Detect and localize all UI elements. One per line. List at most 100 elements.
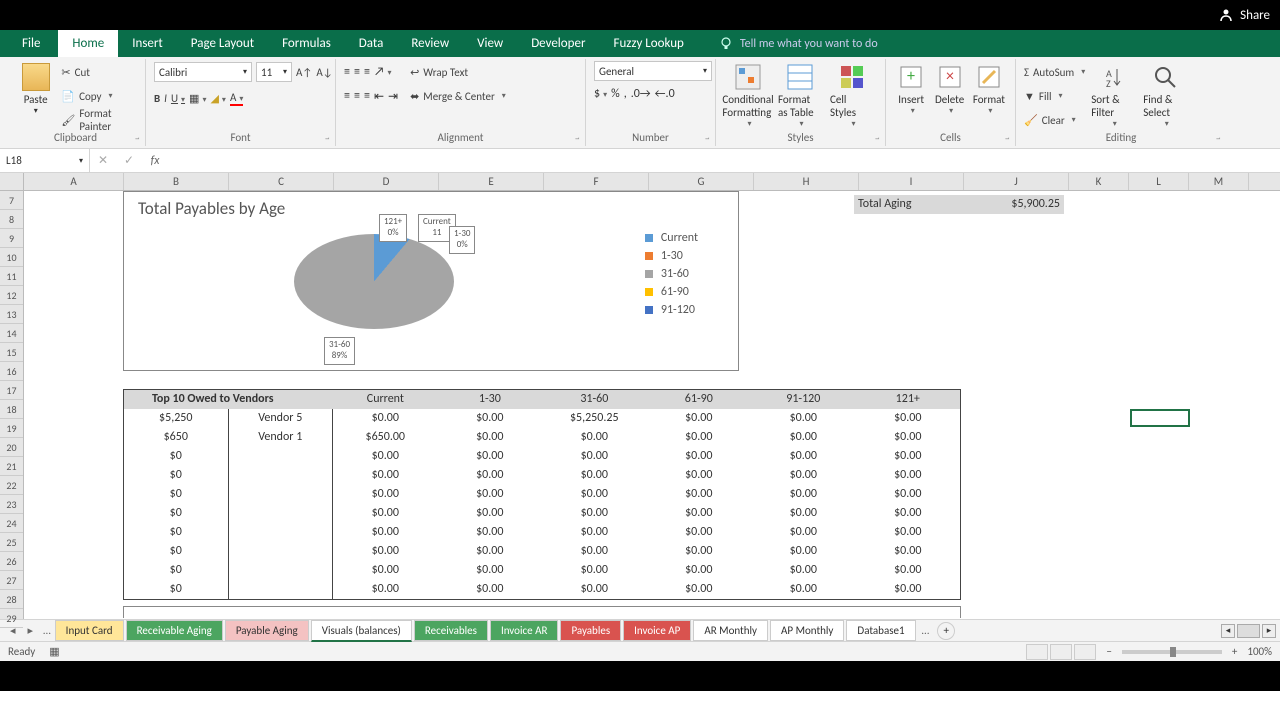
sheet-tab-receivable-aging[interactable]: Receivable Aging [126, 620, 223, 641]
sheet-tab-ap-monthly[interactable]: AP Monthly [770, 620, 844, 641]
row-header-11[interactable]: 11 [0, 267, 23, 286]
row-header-25[interactable]: 25 [0, 533, 23, 552]
sheet-tab-invoice-ar[interactable]: Invoice AR [490, 620, 559, 641]
col-header-H[interactable]: H [754, 173, 859, 190]
row-header-18[interactable]: 18 [0, 400, 23, 419]
cell-styles-button[interactable]: Cell Styles [828, 61, 876, 131]
zoom-out-button[interactable]: − [1106, 645, 1111, 658]
paste-button[interactable]: Paste▾ [14, 61, 57, 118]
sheet-tab-payables[interactable]: Payables [560, 620, 621, 641]
sort-filter-button[interactable]: AZSort & Filter [1089, 61, 1137, 131]
borders-button[interactable]: ▦ [189, 92, 206, 105]
tab-nav-ellipsis[interactable]: … [39, 624, 55, 637]
tab-home[interactable]: Home [58, 30, 118, 57]
row-header-22[interactable]: 22 [0, 476, 23, 495]
row-header-17[interactable]: 17 [0, 381, 23, 400]
number-format-select[interactable]: General▾ [594, 61, 712, 81]
sheet-tab-payable-aging[interactable]: Payable Aging [225, 620, 309, 641]
row-header-23[interactable]: 23 [0, 495, 23, 514]
format-as-table-button[interactable]: Format as Table [776, 61, 824, 131]
row-header-8[interactable]: 8 [0, 210, 23, 229]
tab-insert[interactable]: Insert [118, 30, 177, 57]
find-select-button[interactable]: Find & Select [1141, 61, 1189, 131]
zoom-level[interactable]: 100% [1247, 645, 1272, 658]
sheet-tab-receivables[interactable]: Receivables [414, 620, 488, 641]
font-size-select[interactable]: 11▾ [256, 62, 292, 82]
col-header-E[interactable]: E [439, 173, 544, 190]
tab-data[interactable]: Data [345, 30, 398, 57]
align-left-button[interactable]: ≡ [344, 89, 350, 103]
clear-button[interactable]: 🧹 Clear [1024, 109, 1085, 131]
align-right-button[interactable]: ≡ [364, 89, 370, 103]
italic-button[interactable]: I [164, 92, 167, 105]
align-middle-button[interactable]: ≡ [354, 65, 360, 79]
cut-button[interactable]: ✂ Cut [61, 61, 137, 83]
view-normal-button[interactable] [1026, 644, 1048, 660]
comma-format-button[interactable]: , [624, 87, 627, 101]
sheet-tab-invoice-ap[interactable]: Invoice AP [623, 620, 691, 641]
fx-button[interactable]: fx [142, 154, 168, 168]
row-header-14[interactable]: 14 [0, 324, 23, 343]
row-header-10[interactable]: 10 [0, 248, 23, 267]
col-header-C[interactable]: C [229, 173, 334, 190]
macro-record-icon[interactable]: ▦ [49, 645, 59, 658]
bold-button[interactable]: B [154, 92, 160, 105]
view-page-break-button[interactable] [1074, 644, 1096, 660]
row-header-21[interactable]: 21 [0, 457, 23, 476]
decrease-decimal-button[interactable]: ←.0 [655, 87, 675, 101]
increase-indent-button[interactable]: ⇥ [388, 89, 398, 104]
row-header-15[interactable]: 15 [0, 343, 23, 362]
fill-color-button[interactable]: ◢ [210, 92, 225, 105]
accounting-format-button[interactable]: $ [594, 87, 607, 101]
tab-formulas[interactable]: Formulas [268, 30, 345, 57]
row-header-19[interactable]: 19 [0, 419, 23, 438]
insert-cells-button[interactable]: +Insert [894, 61, 928, 118]
col-header-F[interactable]: F [544, 173, 649, 190]
conditional-formatting-button[interactable]: Conditional Formatting [724, 61, 772, 131]
sheet-tab-visuals-balances[interactable]: Visuals (balances) [311, 620, 412, 642]
pie-chart[interactable]: Total Payables by Age 121+0% Current11 1… [123, 191, 739, 371]
tab-fuzzy-lookup[interactable]: Fuzzy Lookup [599, 30, 697, 57]
fill-button[interactable]: ▼ Fill [1024, 85, 1085, 107]
row-header-26[interactable]: 26 [0, 552, 23, 571]
decrease-indent-button[interactable]: ⇤ [374, 89, 384, 104]
percent-format-button[interactable]: % [611, 87, 620, 101]
align-center-button[interactable]: ≡ [354, 89, 360, 103]
tab-nav-next[interactable]: ▸ [22, 624, 40, 637]
col-header-I[interactable]: I [859, 173, 964, 190]
underline-button[interactable]: U [171, 92, 185, 105]
font-color-button[interactable]: A [230, 91, 243, 106]
new-sheet-button[interactable]: + [937, 622, 955, 640]
row-header-27[interactable]: 27 [0, 571, 23, 590]
col-header-M[interactable]: M [1189, 173, 1249, 190]
tab-page-layout[interactable]: Page Layout [177, 30, 268, 57]
share-button[interactable]: Share [1218, 7, 1270, 23]
row-header-29[interactable]: 29 [0, 609, 23, 628]
format-cells-button[interactable]: Format [971, 61, 1007, 118]
zoom-in-button[interactable]: + [1232, 645, 1237, 658]
col-header-L[interactable]: L [1129, 173, 1189, 190]
increase-decimal-button[interactable]: .0→ [631, 87, 651, 101]
name-box[interactable]: L18▾ [0, 149, 90, 172]
select-all-corner[interactable] [0, 173, 24, 190]
tab-overflow[interactable]: … [918, 624, 934, 637]
sheet-tab-ar-monthly[interactable]: AR Monthly [693, 620, 768, 641]
row-header-24[interactable]: 24 [0, 514, 23, 533]
row-header-16[interactable]: 16 [0, 362, 23, 381]
tab-review[interactable]: Review [397, 30, 463, 57]
row-header-20[interactable]: 20 [0, 438, 23, 457]
horizontal-scrollbar[interactable]: ◂▸ [1221, 624, 1276, 638]
tell-me-search[interactable]: Tell me what you want to do [718, 30, 878, 57]
view-page-layout-button[interactable] [1050, 644, 1072, 660]
worksheet-grid[interactable]: Total Payables by Age 121+0% Current11 1… [24, 191, 1280, 619]
col-header-D[interactable]: D [334, 173, 439, 190]
tab-file[interactable]: File [4, 30, 58, 57]
col-header-J[interactable]: J [964, 173, 1069, 190]
align-bottom-button[interactable]: ≡ [364, 65, 370, 79]
col-header-B[interactable]: B [124, 173, 229, 190]
formula-bar[interactable] [168, 154, 1280, 168]
font-name-select[interactable]: Calibri▾ [154, 62, 252, 82]
tab-view[interactable]: View [463, 30, 517, 57]
merge-center-button[interactable]: ⬌ Merge & Center [410, 85, 506, 107]
copy-button[interactable]: 📄 Copy [61, 85, 137, 107]
